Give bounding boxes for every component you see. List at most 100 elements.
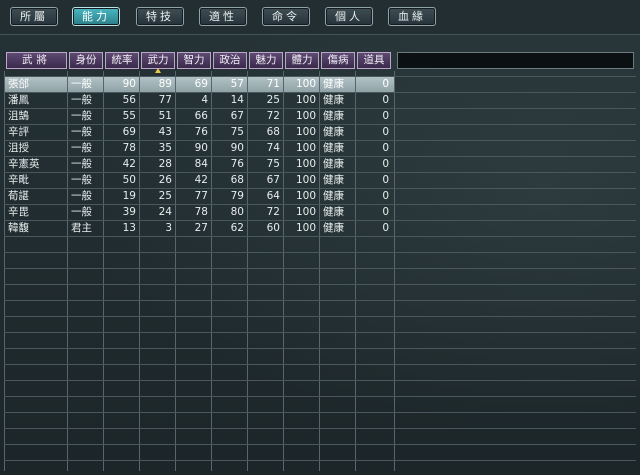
tab-ability[interactable]: 能力 <box>72 7 120 26</box>
table-row[interactable]: 沮授 一般 78 35 90 90 74 100 健康 0 <box>4 140 394 156</box>
officer-name: 辛評 <box>8 126 29 138</box>
intelligence-cell: 66 <box>194 110 208 122</box>
item-cell: 0 <box>382 110 389 122</box>
tab-command[interactable]: 命令 <box>262 7 310 26</box>
grid-row-line <box>4 268 636 269</box>
grid-row-line <box>4 220 636 221</box>
column-header-leadership[interactable]: 統率 <box>105 52 139 69</box>
table-row[interactable]: 荀諶 一般 19 25 77 79 64 100 健康 0 <box>4 188 394 204</box>
grid-column-line <box>103 71 104 471</box>
war-cell: 35 <box>158 142 172 154</box>
tab-personal[interactable]: 個人 <box>325 7 373 26</box>
intelligence-cell: 84 <box>194 158 208 170</box>
intelligence-cell: 27 <box>194 222 208 234</box>
officer-name: 辛憲英 <box>8 158 40 170</box>
status-cell: 一般 <box>71 158 92 170</box>
table-row[interactable]: 辛評 一般 69 43 76 75 68 100 健康 0 <box>4 124 394 140</box>
tab-bar: 所屬 能力 特技 適性 命令 個人 血緣 <box>0 0 640 35</box>
officer-name: 韓馥 <box>8 222 29 234</box>
grid-column-line <box>394 71 395 471</box>
column-header-politics[interactable]: 政治 <box>213 52 247 69</box>
officer-name: 荀諶 <box>8 190 29 202</box>
leadership-cell: 78 <box>122 142 136 154</box>
tab-aptitude[interactable]: 適性 <box>199 7 247 26</box>
column-header-intelligence[interactable]: 智力 <box>177 52 211 69</box>
tab-special-skills[interactable]: 特技 <box>136 7 184 26</box>
grid-row-line <box>4 284 636 285</box>
politics-cell: 62 <box>230 222 244 234</box>
column-header-officer[interactable]: 武將 <box>6 52 67 69</box>
grid-row-line <box>4 300 636 301</box>
injury-cell: 健康 <box>323 158 344 170</box>
sort-indicator-icon <box>155 68 161 73</box>
grid-row-line <box>4 172 636 173</box>
grid-column-line <box>67 71 68 471</box>
injury-cell: 健康 <box>323 206 344 218</box>
column-header-item[interactable]: 道具 <box>357 52 391 69</box>
table-row[interactable]: 辛毘 一般 39 24 78 80 72 100 健康 0 <box>4 204 394 220</box>
column-header-war[interactable]: 武力 <box>141 52 175 69</box>
grid-row-line <box>4 380 636 381</box>
leadership-cell: 39 <box>122 206 136 218</box>
stamina-cell: 100 <box>295 126 316 138</box>
politics-cell: 67 <box>230 110 244 122</box>
injury-cell: 健康 <box>323 142 344 154</box>
charm-cell: 72 <box>266 110 280 122</box>
tab-bloodline[interactable]: 血緣 <box>388 7 436 26</box>
grid-column-line <box>283 71 284 471</box>
header-blank-area <box>397 52 634 69</box>
grid-column-line <box>211 71 212 471</box>
politics-cell: 90 <box>230 142 244 154</box>
intelligence-cell: 77 <box>194 190 208 202</box>
column-header-status[interactable]: 身份 <box>69 52 103 69</box>
charm-cell: 67 <box>266 174 280 186</box>
intelligence-cell: 76 <box>194 126 208 138</box>
column-header-stamina[interactable]: 體力 <box>285 52 319 69</box>
status-cell: 一般 <box>71 142 92 154</box>
grid-row-line <box>4 236 636 237</box>
table-row[interactable]: 韓馥 君主 13 3 27 62 60 100 健康 0 <box>4 220 394 236</box>
injury-cell: 健康 <box>323 174 344 186</box>
grid-row-line <box>4 412 636 413</box>
politics-cell: 68 <box>230 174 244 186</box>
politics-cell: 80 <box>230 206 244 218</box>
charm-cell: 75 <box>266 158 280 170</box>
column-header-charm[interactable]: 魅力 <box>249 52 283 69</box>
grid-row-line <box>4 140 636 141</box>
table-row[interactable]: 沮鵠 一般 55 51 66 67 72 100 健康 0 <box>4 108 394 124</box>
stamina-cell: 100 <box>295 158 316 170</box>
leadership-cell: 50 <box>122 174 136 186</box>
tab-affiliation[interactable]: 所屬 <box>10 7 58 26</box>
intelligence-cell: 78 <box>194 206 208 218</box>
officer-table: 武將 身份 統率 武力 智力 政治 魅力 體力 傷病 道具 張郃 一般 90 89 69… <box>4 49 636 471</box>
leadership-cell: 90 <box>122 78 136 90</box>
politics-cell: 79 <box>230 190 244 202</box>
stamina-cell: 100 <box>295 142 316 154</box>
officer-name: 辛毗 <box>8 174 29 186</box>
leadership-cell: 42 <box>122 158 136 170</box>
injury-cell: 健康 <box>323 78 344 90</box>
grid-column-line <box>247 71 248 471</box>
grid-column-line <box>355 71 356 471</box>
war-cell: 77 <box>158 94 172 106</box>
war-cell: 26 <box>158 174 172 186</box>
war-cell: 3 <box>165 222 172 234</box>
table-row[interactable]: 辛毗 一般 50 26 42 68 67 100 健康 0 <box>4 172 394 188</box>
grid-row-line <box>4 364 636 365</box>
leadership-cell: 13 <box>122 222 136 234</box>
injury-cell: 健康 <box>323 110 344 122</box>
grid-column-line <box>319 71 320 471</box>
game-screen: 所屬 能力 特技 適性 命令 個人 血緣 武將 身份 統率 武力 智力 政治 魅… <box>0 0 640 475</box>
war-cell: 51 <box>158 110 172 122</box>
grid-row-line <box>4 156 636 157</box>
war-cell: 43 <box>158 126 172 138</box>
charm-cell: 72 <box>266 206 280 218</box>
table-row[interactable]: 辛憲英 一般 42 28 84 76 75 100 健康 0 <box>4 156 394 172</box>
grid-row-line <box>4 444 636 445</box>
item-cell: 0 <box>382 158 389 170</box>
injury-cell: 健康 <box>323 190 344 202</box>
status-cell: 一般 <box>71 78 92 90</box>
table-row[interactable]: 潘鳳 一般 56 77 4 14 25 100 健康 0 <box>4 92 394 108</box>
column-header-injury[interactable]: 傷病 <box>321 52 355 69</box>
table-row[interactable]: 張郃 一般 90 89 69 57 71 100 健康 0 <box>4 76 394 92</box>
